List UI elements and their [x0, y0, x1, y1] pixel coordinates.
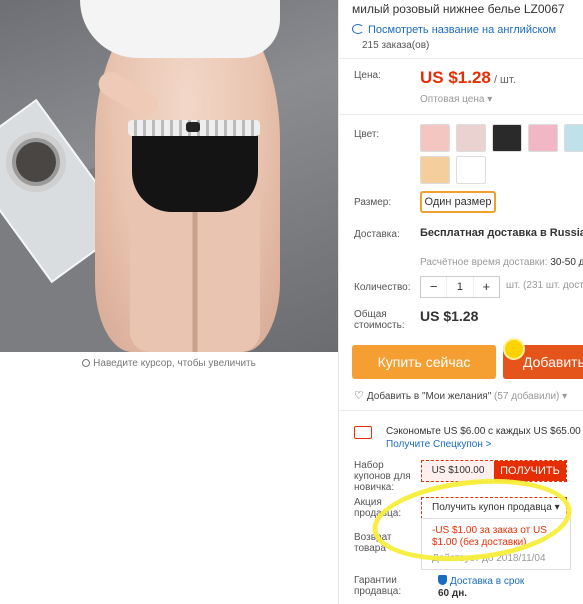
- translate-link-text: Посмотреть название на английском: [368, 24, 557, 36]
- decrement-button[interactable]: −: [421, 277, 446, 297]
- divider: [339, 58, 583, 59]
- price-value: US $1.28: [420, 68, 491, 87]
- price-unit: / шт.: [490, 74, 516, 86]
- product-image[interactable]: [0, 0, 338, 352]
- color-swatch-7[interactable]: [456, 156, 486, 184]
- guarantee-days: 60 дн.: [438, 588, 468, 599]
- heart-icon: ♡: [354, 390, 364, 402]
- price: US $1.28 / шт.: [420, 68, 516, 88]
- coffee: [16, 142, 56, 182]
- delivery-estimate: Расчётное время доставки: 30-50 д: [420, 257, 583, 268]
- shipping-method[interactable]: Бесплатная доставка в Russian Fe: [420, 227, 583, 239]
- new-user-coupon-label-1: Набор: [354, 460, 384, 471]
- buy-now-button[interactable]: Купить сейчас: [352, 345, 496, 379]
- total-value: US $1.28: [420, 308, 479, 324]
- color-swatch-4[interactable]: [528, 124, 558, 152]
- shield-icon: [438, 575, 447, 585]
- panel-divider: [338, 0, 339, 604]
- stock-note: шт. (231 шт. досту: [506, 280, 583, 291]
- product-title: милый розовый нижнее белье LZ0067: [352, 2, 565, 16]
- divider: [339, 410, 583, 411]
- get-special-coupon-link[interactable]: Получите Спецкупон >: [386, 439, 492, 450]
- color-swatch-2[interactable]: [456, 124, 486, 152]
- color-swatch-1[interactable]: [420, 124, 450, 152]
- translate-icon: [352, 24, 364, 34]
- increment-button[interactable]: +: [474, 277, 499, 297]
- color-label: Цвет:: [354, 129, 380, 140]
- guarantee-label-2: продавца:: [354, 586, 402, 597]
- wholesale-link[interactable]: Оптовая цена ▾: [420, 94, 492, 105]
- color-swatch-6[interactable]: [420, 156, 450, 184]
- divider: [339, 114, 583, 115]
- delivery-estimate-label: Расчётное время доставки:: [420, 257, 551, 268]
- on-time-delivery[interactable]: Доставка в срок: [438, 574, 524, 587]
- on-time-delivery-text: Доставка в срок: [450, 576, 525, 587]
- delivery-estimate-value: 30-50 д: [550, 257, 583, 268]
- order-count: 215 заказа(ов): [362, 40, 430, 51]
- model-legs: [130, 200, 260, 352]
- zoom-hint: Наведите курсор, чтобы увеличить: [0, 352, 338, 369]
- coupon-icon: [354, 426, 372, 439]
- shipping-label: Доставка:: [354, 229, 400, 240]
- size-label: Размер:: [354, 197, 392, 208]
- price-label: Цена:: [354, 70, 381, 81]
- guarantee-label-1: Гарантии: [354, 575, 397, 586]
- wishlist-count: (57 добавили) ▾: [491, 391, 568, 402]
- quantity-input[interactable]: 1: [446, 277, 474, 297]
- color-swatch-3[interactable]: [492, 124, 522, 152]
- total-label-2: стоимость:: [354, 320, 405, 331]
- wishlist-link[interactable]: ♡ Добавить в "Мои желания" (57 добавили) …: [354, 389, 567, 402]
- seller-promo-label-1: Акция: [354, 497, 382, 508]
- get-coupon-button[interactable]: ПОЛУЧИТЬ: [494, 461, 566, 481]
- quantity-label: Количество:: [354, 282, 411, 293]
- total-label-1: Общая: [354, 309, 387, 320]
- coin-badge-icon: [503, 338, 525, 360]
- wishlist-label: Добавить в "Мои желания": [366, 391, 492, 402]
- size-option[interactable]: Один размер: [420, 191, 496, 213]
- new-user-coupon-label-2: купонов для: [354, 471, 411, 482]
- magnifier-icon: [82, 359, 91, 367]
- product-brief: [132, 126, 258, 212]
- model-shirt: [80, 0, 280, 58]
- zoom-hint-text: Наведите курсор, чтобы увеличить: [93, 358, 256, 369]
- savings-offer: Сэкономьте US $6.00 с каждых US $65.00: [386, 426, 581, 437]
- color-swatch-5[interactable]: [564, 124, 583, 152]
- new-user-coupon-label-3: новичка:: [354, 482, 395, 493]
- bow: [186, 122, 200, 132]
- quantity-stepper: − 1 +: [420, 276, 500, 298]
- translate-link[interactable]: Посмотреть название на английском: [352, 23, 556, 36]
